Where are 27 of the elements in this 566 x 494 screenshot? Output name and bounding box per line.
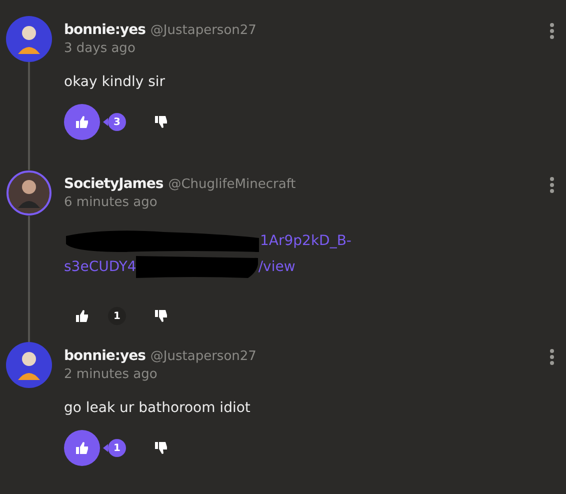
author-name[interactable]: SocietyJames [64, 176, 164, 192]
more-options-icon[interactable] [549, 348, 555, 366]
dislike-button[interactable] [154, 309, 168, 323]
dislike-button[interactable] [154, 115, 168, 129]
user-handle: @Justaperson27 [150, 349, 256, 364]
comment-time: 2 minutes ago [64, 367, 158, 382]
thumbs-down-icon [154, 309, 168, 323]
dislike-button[interactable] [154, 441, 168, 455]
like-button[interactable] [64, 430, 100, 466]
like-count: 1 [103, 439, 126, 457]
thumbs-up-icon [75, 309, 89, 323]
thumbs-up-icon [75, 441, 89, 455]
comment-text: okay kindly sir [64, 74, 166, 90]
more-options-icon[interactable] [549, 176, 555, 194]
thumbs-down-icon [154, 115, 168, 129]
thumbs-down-icon [154, 441, 168, 455]
thumbs-up-icon [75, 115, 89, 129]
user-handle: @ChuglifeMinecraft [168, 177, 296, 192]
like-count: 3 [103, 113, 126, 131]
comment-time: 6 minutes ago [64, 195, 158, 210]
user-handle: @Justaperson27 [150, 23, 256, 38]
author-name[interactable]: bonnie:yes [64, 22, 146, 38]
comment-time: 3 days ago [64, 41, 136, 56]
more-options-icon[interactable] [549, 22, 555, 40]
author-name[interactable]: bonnie:yes [64, 348, 146, 364]
like-button[interactable] [64, 104, 100, 140]
comment-text: go leak ur bathoroom idiot [64, 400, 252, 416]
